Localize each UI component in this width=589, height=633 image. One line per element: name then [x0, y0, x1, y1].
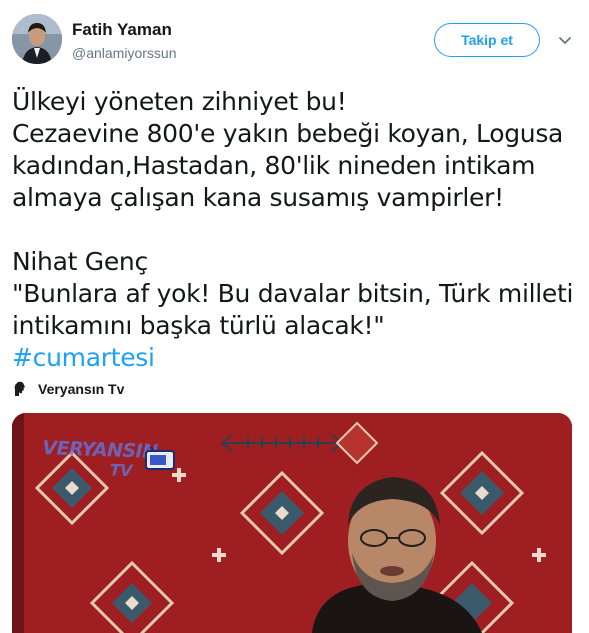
tweet-line: kadından,Hastadan, 80'lik nineden intika… [12, 151, 536, 180]
tweet-line: Cezaevine 800'e yakın bebeği koyan, Logu… [12, 119, 564, 148]
media-source[interactable]: Veryansın Tv [12, 378, 124, 400]
tweet-line: Ülkeyi yöneten zihniyet bu! [12, 87, 347, 116]
source-name: Veryansın Tv [38, 381, 125, 397]
author-handle[interactable]: @anlamiyorssun [72, 45, 176, 61]
tweet-line: "Bunlara af yok! Bu davalar bitsin, Türk… [12, 279, 574, 308]
avatar[interactable] [12, 14, 62, 64]
video-thumbnail[interactable]: VERYANSIN TV [12, 413, 572, 633]
tweet-text: Ülkeyi yöneten zihniyet bu! Cezaevine 80… [12, 86, 577, 374]
hashtag-link[interactable]: #cumartesi [12, 342, 577, 374]
tv-logo-icon [145, 447, 175, 470]
tweet-header: Fatih Yaman @anlamiyorssun Takip et [12, 14, 577, 70]
tweet-line: almaya çalışan kana susamış vampirler! [12, 183, 504, 212]
watermark-line-1: VERYANSIN [42, 437, 158, 464]
chevron-down-icon[interactable] [555, 30, 575, 50]
author-name[interactable]: Fatih Yaman [72, 20, 172, 40]
avatar-image [12, 14, 62, 64]
channel-watermark: VERYANSIN TV [41, 437, 158, 481]
tweet-line: Nihat Genç [12, 247, 148, 276]
silhouette-icon [12, 380, 30, 398]
follow-button[interactable]: Takip et [434, 23, 540, 57]
tweet-line: intikamını başka türlü alacak!" [12, 311, 385, 340]
